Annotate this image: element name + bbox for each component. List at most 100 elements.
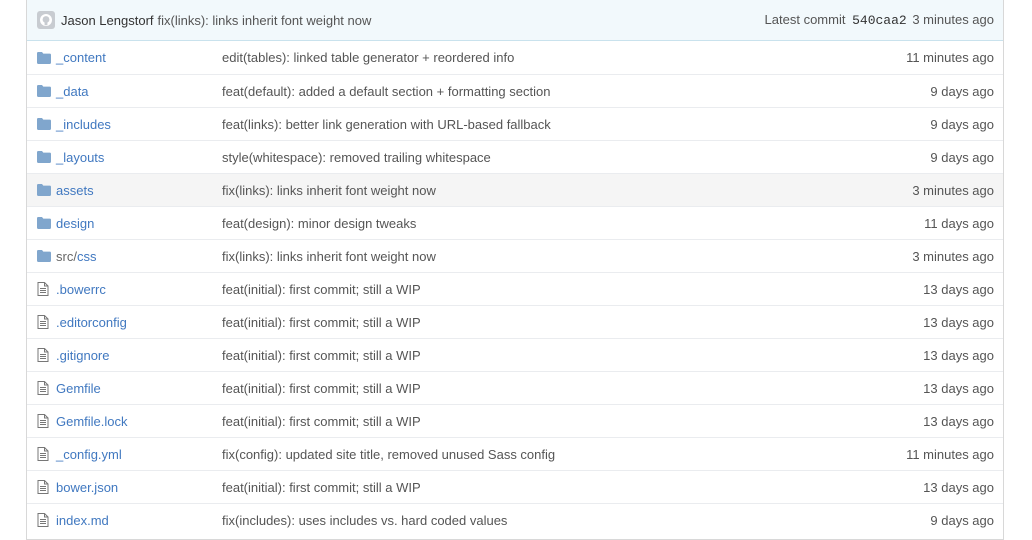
commit-message-link[interactable]: fix(links): links inherit font weight no… bbox=[222, 183, 912, 198]
file-row[interactable]: _layouts style(whitespace): removed trail… bbox=[27, 140, 1003, 173]
file-row[interactable]: .editorconfig feat(initial): first commit… bbox=[27, 305, 1003, 338]
file-name-label: css bbox=[76, 248, 97, 264]
file-name-cell: index.md bbox=[56, 513, 222, 528]
file-name-cell: _content bbox=[56, 50, 222, 65]
commit-message-link[interactable]: feat(initial): first commit; still a WIP bbox=[222, 348, 923, 363]
commit-age: 11 minutes ago bbox=[906, 446, 994, 462]
commit-message-link[interactable]: feat(initial): first commit; still a WIP bbox=[222, 414, 923, 429]
file-name-cell: _config.yml bbox=[56, 447, 222, 462]
file-name-cell: _layouts bbox=[56, 150, 222, 165]
commit-message-link[interactable]: feat(initial): first commit; still a WIP bbox=[222, 381, 923, 396]
commit-message-link[interactable]: fix(includes): uses includes vs. hard co… bbox=[222, 513, 930, 528]
file-row[interactable]: _data feat(default): added a default sect… bbox=[27, 74, 1003, 107]
file-row[interactable]: index.md fix(includes): uses includes vs.… bbox=[27, 503, 1003, 536]
folder-icon bbox=[37, 182, 56, 198]
file-name-link[interactable]: .bowerrc bbox=[56, 282, 106, 297]
file-row[interactable]: .bowerrc feat(initial): first commit; sti… bbox=[27, 272, 1003, 305]
commit-message-link[interactable]: edit(tables): linked table generator + r… bbox=[222, 50, 906, 65]
file-name-label: _includes bbox=[56, 116, 111, 132]
file-row[interactable]: .gitignore feat(initial): first commit; s… bbox=[27, 338, 1003, 371]
file-name-label: _data bbox=[56, 83, 89, 99]
file-name-link[interactable]: src/css bbox=[56, 249, 96, 264]
commit-age: 13 days ago bbox=[923, 380, 994, 396]
file-name-cell: bower.json bbox=[56, 480, 222, 495]
file-name-cell: .bowerrc bbox=[56, 282, 222, 297]
file-name-cell: .gitignore bbox=[56, 348, 222, 363]
file-name-label: _layouts bbox=[56, 149, 105, 165]
commit-age: 13 days ago bbox=[923, 347, 994, 363]
file-list: _content edit(tables): linked table gener… bbox=[27, 41, 1003, 536]
file-name-link[interactable]: _includes bbox=[56, 117, 111, 132]
file-name-label: .gitignore bbox=[56, 347, 110, 363]
file-name-label: _content bbox=[56, 50, 106, 65]
folder-icon bbox=[37, 149, 56, 165]
file-name-label: Gemfile bbox=[56, 380, 101, 396]
file-name-link[interactable]: _data bbox=[56, 84, 89, 99]
commit-age: 11 days ago bbox=[924, 215, 994, 231]
file-name-cell: src/css bbox=[56, 249, 222, 264]
file-name-link[interactable]: _content bbox=[56, 50, 106, 65]
file-name-link[interactable]: _config.yml bbox=[56, 447, 122, 462]
file-name-link[interactable]: bower.json bbox=[56, 480, 118, 495]
commit-age: 9 days ago bbox=[930, 116, 994, 132]
file-name-link[interactable]: Gemfile bbox=[56, 381, 101, 396]
commit-message-link[interactable]: fix(links): links inherit font weight no… bbox=[222, 249, 912, 264]
file-row[interactable]: _config.yml fix(config): updated site tit… bbox=[27, 437, 1003, 470]
file-name-link[interactable]: assets bbox=[56, 183, 94, 198]
commit-message-link[interactable]: feat(initial): first commit; still a WIP bbox=[222, 282, 923, 297]
latest-commit-info: Latest commit 540caa2 3 minutes ago bbox=[765, 12, 994, 28]
commit-age: 9 days ago bbox=[930, 83, 994, 99]
file-name-label: assets bbox=[56, 182, 94, 198]
commit-age: 9 days ago bbox=[930, 512, 994, 528]
folder-icon bbox=[37, 83, 56, 99]
file-name-link[interactable]: Gemfile.lock bbox=[56, 414, 128, 429]
file-name-link[interactable]: index.md bbox=[56, 513, 109, 528]
file-row[interactable]: Gemfile feat(initial): first commit; stil… bbox=[27, 371, 1003, 404]
file-row[interactable]: assets fix(links): links inherit font wei… bbox=[27, 173, 1003, 206]
file-name-link[interactable]: .editorconfig bbox=[56, 315, 127, 330]
file-row[interactable]: design feat(design): minor design tweaks 1… bbox=[27, 206, 1003, 239]
commit-message-link[interactable]: fix(config): updated site title, removed… bbox=[222, 447, 906, 462]
file-name-label: .bowerrc bbox=[56, 281, 106, 297]
file-row[interactable]: Gemfile.lock feat(initial): first commit;… bbox=[27, 404, 1003, 437]
file-text-icon bbox=[37, 347, 56, 363]
latest-commit-bar: Jason Lengstorf fix(links): links inheri… bbox=[27, 0, 1003, 41]
file-text-icon bbox=[37, 314, 56, 330]
file-row[interactable]: _content edit(tables): linked table gener… bbox=[27, 41, 1003, 74]
file-navigation-table: Jason Lengstorf fix(links): links inheri… bbox=[26, 0, 1004, 540]
file-name-link[interactable]: design bbox=[56, 216, 94, 231]
file-text-icon bbox=[37, 380, 56, 396]
folder-icon bbox=[37, 116, 56, 132]
commit-age: 9 days ago bbox=[930, 149, 994, 165]
avatar[interactable] bbox=[37, 11, 55, 29]
file-row[interactable]: bower.json feat(initial): first commit; s… bbox=[27, 470, 1003, 503]
folder-icon bbox=[37, 215, 56, 231]
commit-message-link[interactable]: feat(default): added a default section +… bbox=[222, 84, 930, 99]
file-text-icon bbox=[37, 512, 56, 528]
file-name-link[interactable]: _layouts bbox=[56, 150, 104, 165]
file-name-label: Gemfile.lock bbox=[56, 413, 128, 429]
latest-commit-label: Latest commit bbox=[764, 12, 846, 27]
commit-message-link[interactable]: feat(design): minor design tweaks bbox=[222, 216, 924, 231]
file-name-label: bower.json bbox=[56, 479, 119, 495]
file-name-label: design bbox=[56, 215, 95, 231]
commit-age: 13 days ago bbox=[923, 314, 994, 330]
file-text-icon bbox=[37, 413, 56, 429]
folder-icon bbox=[37, 50, 56, 66]
commit-age: 3 minutes ago bbox=[912, 248, 994, 264]
file-name-cell: assets bbox=[56, 183, 222, 198]
file-name-link[interactable]: .gitignore bbox=[56, 348, 109, 363]
file-row[interactable]: _includes feat(links): better link genera… bbox=[27, 107, 1003, 140]
commit-message-link[interactable]: style(whitespace): removed trailing whit… bbox=[222, 150, 930, 165]
commit-author-link[interactable]: Jason Lengstorf bbox=[61, 13, 154, 28]
commit-message-link[interactable]: feat(initial): first commit; still a WIP bbox=[222, 315, 923, 330]
file-name-cell: .editorconfig bbox=[56, 315, 222, 330]
file-row[interactable]: src/css fix(links): links inherit font we… bbox=[27, 239, 1003, 272]
commit-message-link[interactable]: feat(initial): first commit; still a WIP bbox=[222, 480, 923, 495]
folder-icon bbox=[37, 248, 56, 264]
commit-message-link[interactable]: feat(links): better link generation with… bbox=[222, 117, 930, 132]
commit-age: 13 days ago bbox=[923, 281, 994, 297]
commit-sha-link[interactable]: 540caa2 bbox=[852, 13, 907, 28]
commit-message-link[interactable]: fix(links): links inherit font weight no… bbox=[158, 13, 372, 28]
file-name-label: .editorconfig bbox=[56, 314, 127, 330]
